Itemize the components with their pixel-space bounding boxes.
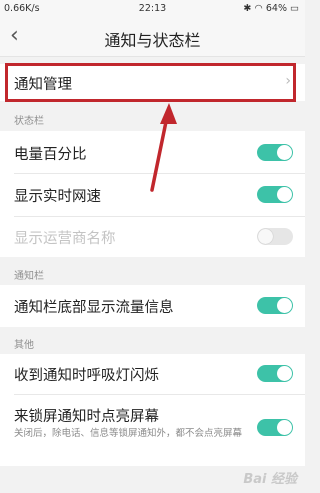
annotation-arrow	[150, 103, 177, 192]
watermark: Bai 经验	[243, 472, 297, 487]
